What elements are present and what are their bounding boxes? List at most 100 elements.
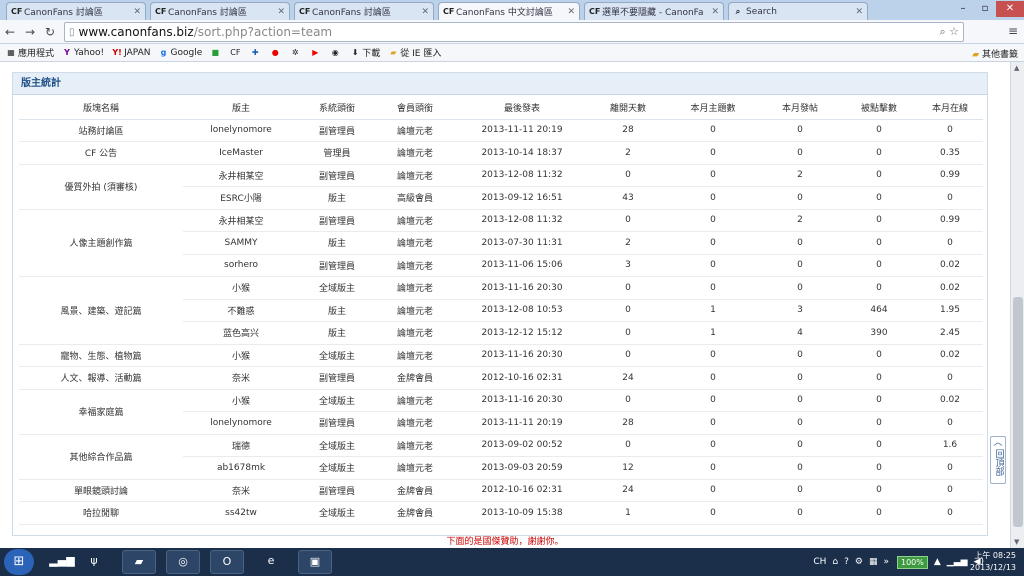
cell-mod[interactable]: 小猴	[183, 276, 299, 300]
address-bar[interactable]: ▯ www.canonfans.biz/sort.php?action=team…	[64, 22, 964, 42]
menu-icon[interactable]: ≡	[1008, 24, 1018, 38]
forum-name-cell[interactable]: 人文、報導、活動篇	[19, 366, 183, 390]
bookmark-japan[interactable]: Y! JAPAN	[112, 48, 150, 58]
chevron-icon[interactable]: »	[883, 557, 889, 567]
back-to-top-button[interactable]: ︿ 回頂部	[990, 436, 1006, 484]
cell-topics: 0	[667, 501, 759, 525]
cell-mod[interactable]: ab1678mk	[183, 456, 299, 480]
forum-name-cell[interactable]: 風景、建築、遊記篇	[19, 276, 183, 345]
network-icon[interactable]: ▁▃▅	[947, 557, 968, 567]
scroll-up-icon[interactable]: ▲	[1014, 64, 1019, 72]
download-icon: ⬇	[351, 47, 359, 57]
vertical-scrollbar[interactable]: ▲ ▼	[1010, 62, 1024, 548]
file-explorer-button[interactable]: ▰	[122, 550, 156, 574]
bookmark-ie-import[interactable]: ▰ 從 IE 匯入	[388, 46, 441, 60]
language-indicator[interactable]: CH	[813, 557, 826, 567]
close-icon[interactable]: ✕	[277, 7, 285, 17]
bookmark-download[interactable]: ⬇ 下載	[350, 46, 380, 60]
ie-button[interactable]: e	[254, 550, 288, 574]
forum-name-cell[interactable]: 站務討論區	[19, 119, 183, 142]
bookmark-icon-6[interactable]: ▶	[310, 48, 322, 58]
forum-name-cell[interactable]: CF 公告	[19, 141, 183, 165]
browser-tab-4-active[interactable]: CF CanonFans 中文討論區 ✕	[438, 2, 580, 20]
close-icon[interactable]: ✕	[711, 7, 719, 17]
bookmark-apps[interactable]: ▦ 應用程式	[6, 46, 54, 60]
forum-name-cell[interactable]: 哈拉閒聊	[19, 501, 183, 525]
cell-title: 論壇元老	[375, 321, 455, 345]
forum-name-cell[interactable]: 其他綜合作品篇	[19, 434, 183, 480]
close-icon[interactable]: ✕	[421, 7, 429, 17]
battery-indicator[interactable]: 100%	[897, 555, 928, 569]
cell-mod[interactable]: 奈米	[183, 366, 299, 390]
star-icon[interactable]: ☆	[949, 25, 959, 38]
bookmark-icon-5[interactable]: ✲	[290, 48, 302, 58]
bookmark-icon-2[interactable]: CF	[230, 48, 242, 58]
app-button[interactable]: ▣	[298, 550, 332, 574]
bookmark-icon-4[interactable]: ●	[270, 48, 282, 58]
signal-icon[interactable]: ▂▄▆	[44, 550, 80, 574]
cell-mod[interactable]: 小猴	[183, 344, 299, 367]
forum-name-cell[interactable]: 寵物、生態、植物篇	[19, 344, 183, 367]
chrome-button[interactable]: ◎	[166, 550, 200, 574]
cell-mod[interactable]: sorhero	[183, 254, 299, 277]
browser-tab-5[interactable]: CF 選單不要隱藏 - CanonFa ✕	[584, 2, 724, 20]
help-icon[interactable]: ?	[844, 557, 849, 567]
close-icon[interactable]: ✕	[855, 7, 863, 17]
cell-sys: 版主	[299, 299, 375, 322]
browser-tab-2[interactable]: CF CanonFans 討論區 ✕	[150, 2, 290, 20]
page-content: 版主統計 版塊名稱 版主 系統頭銜 會員頭銜 最後發表 離開天數 本月主題數 本…	[0, 62, 1010, 548]
scroll-thumb[interactable]	[1013, 297, 1023, 527]
browser-tab-3[interactable]: CF CanonFans 討論區 ✕	[294, 2, 434, 20]
cell-mod[interactable]: 小猴	[183, 389, 299, 412]
scroll-down-icon[interactable]: ▼	[1014, 538, 1019, 546]
bookmark-icon-3[interactable]: ✚	[250, 48, 262, 58]
cell-posts: 4	[759, 321, 841, 345]
cell-away: 28	[589, 411, 667, 435]
cell-mod[interactable]: IceMaster	[183, 141, 299, 165]
search-icon[interactable]: ⌕	[939, 25, 945, 38]
browser-tab-6[interactable]: ⌕ Search ✕	[728, 2, 868, 20]
cell-mod[interactable]: lonelynomore	[183, 119, 299, 142]
cell-mod[interactable]: 蓝色高兴	[183, 321, 299, 345]
clock[interactable]: 上午 08:25 2013/12/13	[970, 550, 1016, 574]
reload-icon[interactable]: ↻	[40, 25, 60, 39]
minimize-button[interactable]: –	[952, 1, 974, 17]
keyboard-icon[interactable]: ▦	[869, 557, 878, 567]
bookmark-google[interactable]: g Google	[159, 48, 203, 58]
close-window-button[interactable]: ✕	[996, 1, 1024, 17]
forward-arrow-icon[interactable]: →	[20, 25, 40, 39]
other-bookmarks[interactable]: ▰ 其他書籤	[972, 47, 1018, 60]
back-arrow-icon[interactable]: ←	[0, 25, 20, 39]
close-icon[interactable]: ✕	[567, 7, 575, 17]
forum-name-cell[interactable]: 單眼鏡頭討論	[19, 479, 183, 502]
forum-name-cell[interactable]: 人像主題創作篇	[19, 209, 183, 277]
browser-tab-1[interactable]: CF CanonFans 討論區 ✕	[6, 2, 146, 20]
forum-name-cell[interactable]: 幸福家庭篇	[19, 389, 183, 435]
clock-time: 上午 08:25	[974, 551, 1016, 560]
antenna-icon[interactable]: ψ	[84, 550, 104, 574]
cell-mod[interactable]: lonelynomore	[183, 411, 299, 435]
cell-away: 24	[589, 366, 667, 390]
start-button[interactable]: ⊞	[4, 549, 34, 575]
maximize-button[interactable]: ▫	[974, 1, 996, 17]
settings-icon[interactable]: ⚙	[855, 557, 863, 567]
outlook-button[interactable]: O	[210, 550, 244, 574]
cell-mod[interactable]: SAMMY	[183, 231, 299, 255]
moderator-stats-panel: 版主統計 版塊名稱 版主 系統頭銜 會員頭銜 最後發表 離開天數 本月主題數 本…	[12, 72, 988, 536]
forum-name-cell[interactable]: 優質外拍 (須審核)	[19, 164, 183, 210]
arrow-up-icon[interactable]: ▲	[934, 557, 941, 567]
cell-mod[interactable]: ESRC小陽	[183, 186, 299, 210]
cell-title: 金牌會員	[375, 501, 455, 525]
bookmark-yahoo[interactable]: Y Yahoo!	[62, 48, 104, 58]
close-icon[interactable]: ✕	[133, 7, 141, 17]
cell-mod[interactable]: 瑞德	[183, 434, 299, 457]
cell-sys: 副管理員	[299, 164, 375, 187]
cell-mod[interactable]: 不難惑	[183, 299, 299, 322]
cell-mod[interactable]: ss42tw	[183, 501, 299, 525]
bookmark-icon-1[interactable]: ■	[210, 48, 222, 58]
cell-mod[interactable]: 永井相某空	[183, 209, 299, 232]
cell-mod[interactable]: 永井相某空	[183, 164, 299, 187]
cell-mod[interactable]: 奈米	[183, 479, 299, 502]
bookmark-icon-7[interactable]: ◉	[330, 48, 342, 58]
ime-icon[interactable]: ⌂	[832, 557, 838, 567]
